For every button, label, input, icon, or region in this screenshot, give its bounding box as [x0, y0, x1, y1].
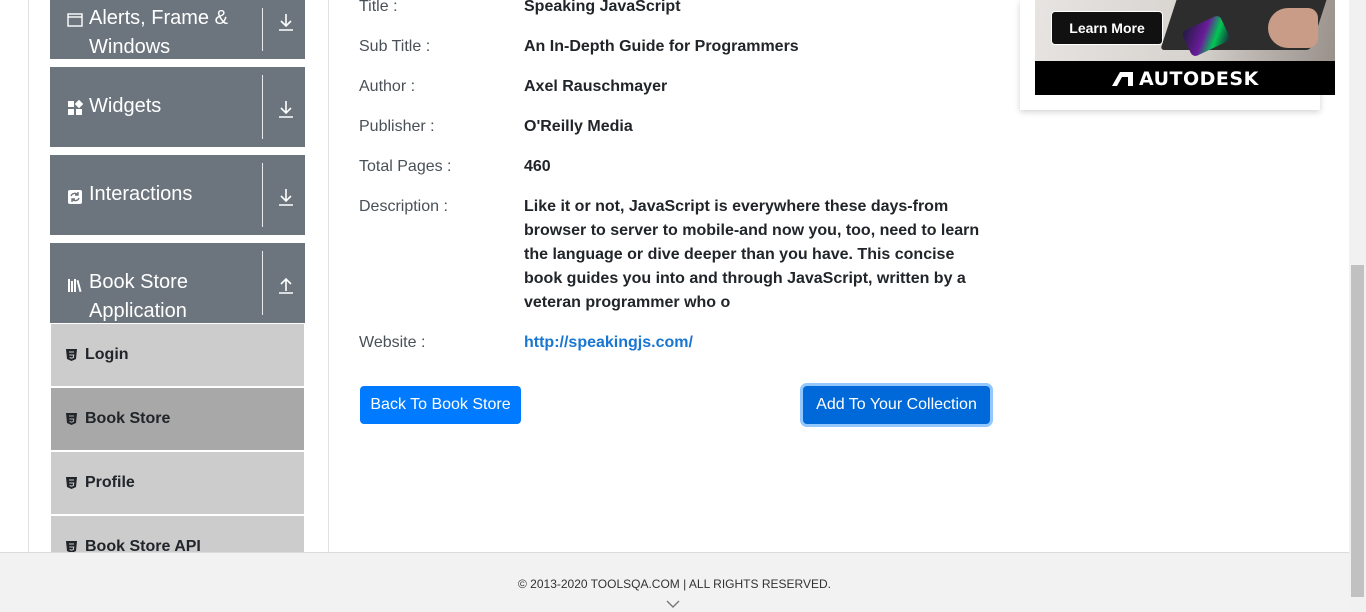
divider	[262, 251, 263, 315]
divider	[262, 75, 263, 139]
footer-copyright: © 2013-2020 TOOLSQA.COM | ALL RIGHTS RES…	[518, 577, 831, 591]
menu-item-login[interactable]: Login	[51, 324, 304, 386]
sidebar-group-alerts-frame-windows[interactable]: Alerts, Frame & Windows	[50, 0, 305, 59]
sidebar-group-label: Widgets	[89, 95, 162, 117]
back-to-book-store-button[interactable]: Back To Book Store	[360, 386, 521, 424]
widgets-icon	[68, 100, 83, 115]
publisher-label: Publisher :	[359, 118, 435, 135]
menu-item-label: Book Store	[85, 410, 171, 427]
book-description: Like it or not, JavaScript is everywhere…	[524, 198, 980, 311]
add-to-collection-button[interactable]: Add To Your Collection	[803, 386, 990, 424]
ad-brand-name: AUTODESK	[1139, 68, 1259, 90]
book-publisher: O'Reilly Media	[524, 118, 633, 135]
subtitle-label: Sub Title :	[359, 38, 431, 55]
books-icon	[68, 279, 82, 293]
window-icon	[67, 13, 83, 27]
sidebar-group-widgets[interactable]: Widgets	[50, 67, 305, 147]
sidebar-group-label: Book Store Application	[89, 271, 188, 322]
hand-image	[1268, 8, 1318, 48]
menu-item-label: Profile	[85, 474, 135, 491]
learn-more-button[interactable]: Learn More	[1051, 11, 1163, 45]
chevron-down-icon[interactable]	[666, 599, 680, 609]
download-arrow-icon[interactable]	[276, 12, 296, 32]
autodesk-logo-icon	[1112, 72, 1133, 86]
book-website-link[interactable]: http://speakingjs.com/	[524, 331, 994, 355]
download-arrow-icon[interactable]	[276, 99, 296, 119]
description-label: Description :	[359, 198, 448, 215]
interactions-icon	[68, 190, 82, 204]
divider	[262, 8, 263, 51]
html5-icon	[66, 477, 77, 489]
menu-item-label: Login	[85, 346, 129, 363]
book-total-pages: 460	[524, 158, 551, 175]
sidebar-group-label: Interactions	[89, 183, 193, 205]
html5-icon	[66, 413, 77, 425]
total-pages-label: Total Pages :	[359, 158, 452, 175]
scrollbar-thumb[interactable]	[1351, 265, 1364, 597]
sidebar-group-label: Alerts, Frame & Windows	[89, 7, 228, 58]
book-title: Speaking JavaScript	[524, 0, 681, 15]
upload-arrow-icon[interactable]	[276, 275, 296, 295]
sidebar-group-interactions[interactable]: Interactions	[50, 155, 305, 235]
sidebar-group-book-store-application[interactable]: Book Store Application	[50, 243, 305, 323]
menu-item-book-store[interactable]: Book Store	[51, 388, 304, 450]
footer: © 2013-2020 TOOLSQA.COM | ALL RIGHTS RES…	[0, 552, 1349, 612]
menu-item-profile[interactable]: Profile	[51, 452, 304, 514]
title-label: Title :	[359, 0, 398, 15]
html5-icon	[66, 349, 77, 361]
author-label: Author :	[359, 78, 416, 95]
book-author: Axel Rauschmayer	[524, 78, 668, 95]
divider	[262, 163, 263, 227]
book-subtitle: An In-Depth Guide for Programmers	[524, 38, 799, 55]
download-arrow-icon[interactable]	[276, 187, 296, 207]
website-label: Website :	[359, 334, 426, 351]
